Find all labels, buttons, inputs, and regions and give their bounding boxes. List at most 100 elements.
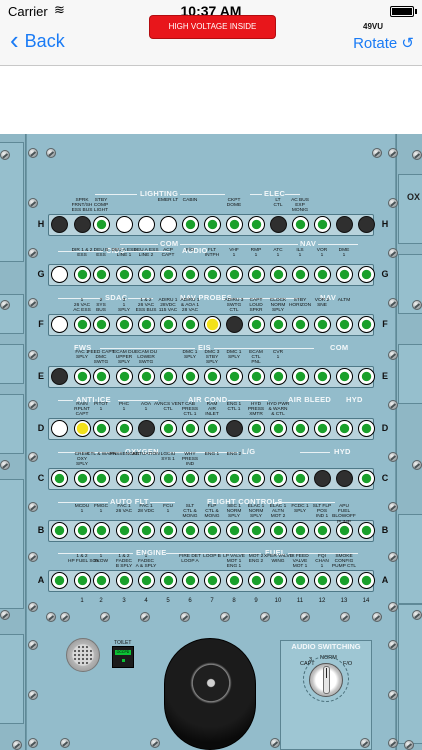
circuit-breaker-d-12[interactable] [292,420,309,437]
circuit-breaker-h-12[interactable] [292,216,309,233]
circuit-breaker-g-12[interactable] [292,266,309,283]
circuit-breaker-a-9[interactable] [226,572,243,589]
circuit-breaker-h-2[interactable] [74,216,91,233]
circuit-breaker-g-8[interactable] [204,266,221,283]
circuit-breaker-a-8[interactable] [204,572,221,589]
circuit-breaker-g-9[interactable] [226,266,243,283]
circuit-breaker-c-8[interactable] [204,470,221,487]
circuit-breaker-h-14[interactable] [336,216,353,233]
circuit-breaker-b-13[interactable] [314,522,331,539]
circuit-breaker-h-5[interactable] [138,216,155,233]
circuit-breaker-a-4[interactable] [116,572,133,589]
circuit-breaker-a-5[interactable] [138,572,155,589]
circuit-breaker-f-2[interactable] [74,316,91,333]
circuit-breaker-f-9[interactable] [226,316,243,333]
circuit-breaker-f-1[interactable] [51,316,68,333]
circuit-breaker-e-6[interactable] [160,368,177,385]
circuit-breaker-h-1[interactable] [51,216,68,233]
circuit-breaker-f-12[interactable] [292,316,309,333]
circuit-breaker-d-13[interactable] [314,420,331,437]
circuit-breaker-a-3[interactable] [93,572,110,589]
circuit-breaker-f-11[interactable] [270,316,287,333]
circuit-breaker-b-8[interactable] [204,522,221,539]
circuit-breaker-c-15[interactable] [358,470,375,487]
circuit-breaker-d-3[interactable] [93,420,110,437]
audio-switching-knob[interactable] [309,663,343,697]
circuit-breaker-a-1[interactable] [51,572,68,589]
circuit-breaker-c-4[interactable] [116,470,133,487]
circuit-breaker-e-1[interactable] [51,368,68,385]
circuit-breaker-a-11[interactable] [270,572,287,589]
circuit-breaker-b-6[interactable] [160,522,177,539]
circuit-breaker-g-13[interactable] [314,266,331,283]
rotate-button[interactable]: Rotate ↺ [353,34,414,52]
circuit-breaker-h-8[interactable] [204,216,221,233]
circuit-breaker-a-6[interactable] [160,572,177,589]
circuit-breaker-c-11[interactable] [270,470,287,487]
circuit-breaker-g-15[interactable] [358,266,375,283]
circuit-breaker-b-9[interactable] [226,522,243,539]
circuit-breaker-g-2[interactable] [74,266,91,283]
circuit-breaker-g-3[interactable] [93,266,110,283]
circuit-breaker-c-10[interactable] [248,470,265,487]
circuit-breaker-f-10[interactable] [248,316,265,333]
circuit-breaker-c-13[interactable] [314,470,331,487]
circuit-breaker-h-4[interactable] [116,216,133,233]
circuit-breaker-e-5[interactable] [138,368,155,385]
circuit-breaker-g-11[interactable] [270,266,287,283]
back-button[interactable]: ‹ Back [10,27,65,53]
circuit-breaker-e-2[interactable] [74,368,91,385]
circuit-breaker-b-3[interactable] [93,522,110,539]
circuit-breaker-a-13[interactable] [314,572,331,589]
circuit-breaker-c-7[interactable] [182,470,199,487]
circuit-breaker-h-13[interactable] [314,216,331,233]
circuit-breaker-c-12[interactable] [292,470,309,487]
circuit-breaker-e-11[interactable] [270,368,287,385]
circuit-breaker-b-10[interactable] [248,522,265,539]
circuit-breaker-b-7[interactable] [182,522,199,539]
circuit-breaker-d-8[interactable] [204,420,221,437]
circuit-breaker-h-10[interactable] [248,216,265,233]
circuit-breaker-h-7[interactable] [182,216,199,233]
circuit-breaker-b-2[interactable] [74,522,91,539]
circuit-breaker-a-7[interactable] [182,572,199,589]
circuit-breaker-d-10[interactable] [248,420,265,437]
circuit-breaker-h-3[interactable] [93,216,110,233]
circuit-breaker-d-11[interactable] [270,420,287,437]
circuit-breaker-c-3[interactable] [93,470,110,487]
circuit-breaker-g-10[interactable] [248,266,265,283]
circuit-breaker-f-15[interactable] [358,316,375,333]
circuit-breaker-e-4[interactable] [116,368,133,385]
circuit-breaker-e-3[interactable] [93,368,110,385]
circuit-breaker-b-12[interactable] [292,522,309,539]
circuit-breaker-a-12[interactable] [292,572,309,589]
circuit-breaker-h-11[interactable] [270,216,287,233]
circuit-breaker-f-6[interactable] [160,316,177,333]
circuit-breaker-g-5[interactable] [138,266,155,283]
circuit-breaker-b-11[interactable] [270,522,287,539]
circuit-breaker-b-4[interactable] [116,522,133,539]
circuit-breaker-d-2[interactable] [74,420,91,437]
circuit-breaker-e-9[interactable] [226,368,243,385]
circuit-breaker-e-10[interactable] [248,368,265,385]
circuit-breaker-c-1[interactable] [51,470,68,487]
circuit-breaker-g-1[interactable] [51,266,68,283]
circuit-breaker-b-1[interactable] [51,522,68,539]
circuit-breaker-h-9[interactable] [226,216,243,233]
circuit-breaker-g-7[interactable] [182,266,199,283]
circuit-breaker-d-1[interactable] [51,420,68,437]
circuit-breaker-c-9[interactable] [226,470,243,487]
circuit-breaker-d-9[interactable] [226,420,243,437]
circuit-breaker-d-4[interactable] [116,420,133,437]
circuit-breaker-e-7[interactable] [182,368,199,385]
circuit-breaker-c-14[interactable] [336,470,353,487]
circuit-breaker-a-14[interactable] [336,572,353,589]
circuit-breaker-h-6[interactable] [160,216,177,233]
circuit-breaker-g-6[interactable] [160,266,177,283]
circuit-breaker-g-4[interactable] [116,266,133,283]
circuit-breaker-d-14[interactable] [336,420,353,437]
circuit-breaker-a-2[interactable] [74,572,91,589]
circuit-breaker-e-14[interactable] [336,368,353,385]
circuit-breaker-b-15[interactable] [358,522,375,539]
circuit-breaker-d-7[interactable] [182,420,199,437]
